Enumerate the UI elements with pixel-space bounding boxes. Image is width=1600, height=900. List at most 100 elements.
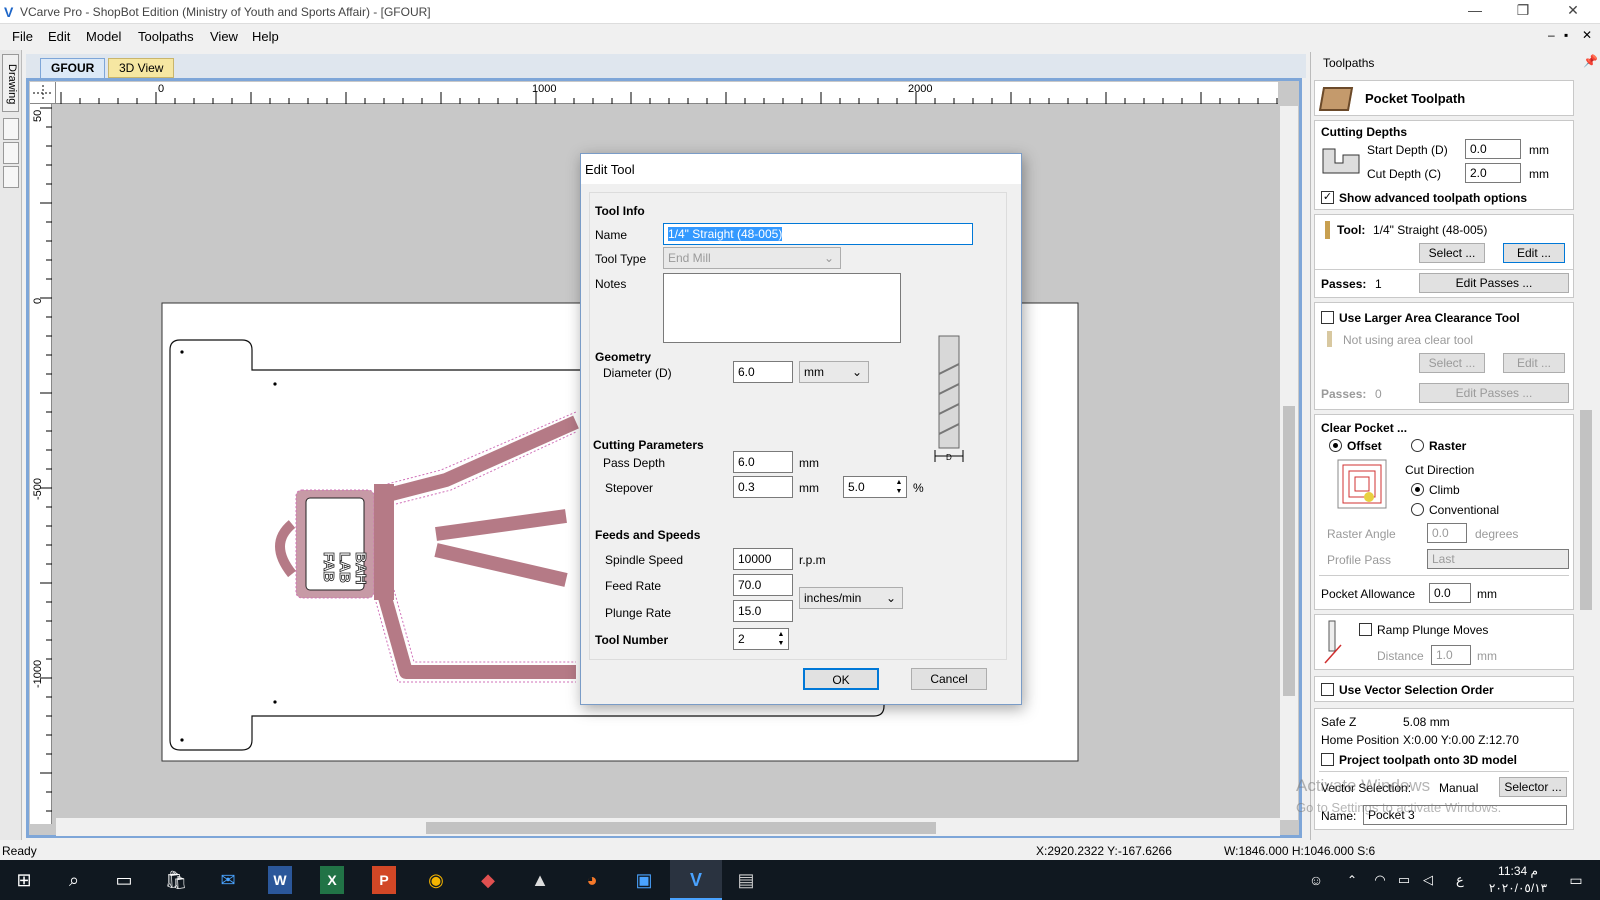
mdi-minimize-button[interactable]: – (1548, 28, 1555, 42)
edit-passes-button[interactable]: Edit Passes ... (1419, 273, 1569, 293)
blender-icon[interactable]: ◕ (572, 866, 612, 894)
chrome-icon[interactable]: ◉ (416, 866, 456, 894)
restore-button[interactable]: ❐ (1500, 2, 1546, 22)
tool-number-spinner[interactable]: ▲ ▼ (775, 630, 787, 648)
excel-icon[interactable]: X (320, 866, 344, 894)
status-text: Ready (2, 844, 37, 858)
clearance-edit-passes-button[interactable]: Edit Passes ... (1419, 383, 1569, 403)
start-depth-input[interactable]: 0.0 (1465, 139, 1521, 159)
home-position-label: Home Position (1321, 733, 1400, 747)
cut-depth-input[interactable]: 2.0 (1465, 163, 1521, 183)
diameter-input[interactable]: 6.0 (733, 361, 793, 383)
raster-angle-input[interactable]: 0.0 (1427, 523, 1467, 543)
tool-name-input[interactable]: 1/4" Straight (48-005) (663, 223, 973, 245)
clear-pocket-section: Clear Pocket ... Offset Raster Cut Direc… (1314, 414, 1574, 610)
tool-info-heading: Tool Info (595, 204, 645, 218)
mail-icon[interactable]: ✉ (208, 866, 248, 894)
powerpoint-icon[interactable]: P (372, 866, 396, 894)
app-frame-icon[interactable]: ▣ (624, 866, 664, 894)
vector-selection-value: Manual (1439, 781, 1479, 795)
cutting-depths-section: Cutting Depths Start Depth (D) 0.0 mm Cu… (1314, 120, 1574, 210)
conventional-radio[interactable] (1411, 503, 1424, 516)
tool-number-label: Tool Number (595, 633, 669, 647)
menu-toolpaths[interactable]: Toolpaths (138, 29, 194, 44)
language-indicator[interactable]: ع (1456, 872, 1464, 888)
side-tab-3[interactable] (3, 142, 19, 164)
clearance-select-button[interactable]: Select ... (1419, 353, 1485, 373)
advanced-options-checkbox[interactable]: ✓ (1321, 191, 1334, 204)
vertical-scrollbar[interactable] (1280, 106, 1298, 820)
stepover-input[interactable]: 0.3 (733, 476, 793, 498)
ok-button[interactable]: OK (803, 668, 879, 690)
status-bar: Ready X:2920.2322 Y:-167.6266 W:1846.000… (0, 840, 1600, 860)
panel-scroll-thumb[interactable] (1580, 410, 1592, 610)
ramp-icon (1324, 620, 1342, 664)
windows-start-icon[interactable]: ⊞ (4, 866, 44, 894)
drawing-side-tab[interactable]: Drawing (2, 54, 19, 112)
minimize-button[interactable]: — (1452, 2, 1498, 22)
tool-type-select[interactable]: End Mill ⌄ (663, 247, 841, 269)
selector-button[interactable]: Selector ... (1499, 777, 1567, 797)
app-hat-icon[interactable]: ▲ (520, 866, 560, 894)
spindle-speed-input[interactable]: 10000 (733, 548, 793, 570)
diameter-unit-select[interactable]: mm ⌄ (799, 361, 869, 383)
menu-model[interactable]: Model (86, 29, 121, 44)
plunge-rate-input[interactable]: 15.0 (733, 600, 793, 622)
menu-file[interactable]: File (12, 29, 33, 44)
menu-edit[interactable]: Edit (48, 29, 70, 44)
stepover-spinner[interactable]: ▲ ▼ (893, 478, 905, 496)
project-3d-checkbox[interactable] (1321, 753, 1334, 766)
raster-radio[interactable] (1411, 439, 1424, 452)
notification-icon[interactable]: ▭ (1556, 866, 1596, 894)
close-button[interactable]: ✕ (1550, 2, 1596, 22)
tab-gfour[interactable]: GFOUR (40, 58, 106, 78)
horizontal-scroll-thumb[interactable] (426, 822, 936, 834)
clock-time[interactable]: 11:34 م (1488, 864, 1548, 878)
tab-3d-view[interactable]: 3D View (108, 58, 175, 78)
pass-depth-input[interactable]: 6.0 (733, 451, 793, 473)
pocket-allowance-input[interactable]: 0.0 (1429, 583, 1471, 603)
offset-pattern-icon (1337, 459, 1387, 509)
task-view-icon[interactable]: ▭ (104, 866, 144, 894)
word-icon[interactable]: W (268, 866, 292, 894)
side-tab-2[interactable] (3, 118, 19, 140)
menu-help[interactable]: Help (252, 29, 279, 44)
vector-order-checkbox[interactable] (1321, 683, 1334, 696)
horizontal-scrollbar[interactable] (56, 818, 1280, 836)
rate-unit-select[interactable]: inches/min ⌄ (799, 587, 903, 609)
ramp-plunge-checkbox[interactable] (1359, 623, 1372, 636)
mdi-close-button[interactable]: ✕ (1582, 28, 1592, 42)
notes-textarea[interactable] (663, 273, 901, 343)
menu-view[interactable]: View (210, 29, 238, 44)
dialog-title: Edit Tool (585, 162, 635, 177)
tool-edit-button[interactable]: Edit ... (1503, 243, 1565, 263)
tool-select-button[interactable]: Select ... (1419, 243, 1485, 263)
feed-rate-input[interactable]: 70.0 (733, 574, 793, 596)
climb-label: Climb (1429, 483, 1460, 497)
mdi-restore-button[interactable]: ▪ (1564, 28, 1568, 42)
pocket-allowance-label: Pocket Allowance (1321, 587, 1416, 601)
profile-pass-select[interactable]: Last (1427, 549, 1569, 569)
side-tab-4[interactable] (3, 166, 19, 188)
vertical-scroll-thumb[interactable] (1283, 406, 1295, 696)
cutting-depths-label: Cutting Depths (1321, 125, 1407, 139)
passes-value: 1 (1375, 277, 1382, 291)
vcarve-taskbar-icon[interactable]: V (670, 860, 722, 900)
volume-icon[interactable]: ◁ (1408, 866, 1448, 894)
ramp-distance-input[interactable]: 1.0 (1431, 645, 1471, 665)
spindle-speed-label: Spindle Speed (605, 553, 684, 567)
app-cube-icon[interactable]: ◆ (468, 866, 508, 894)
cancel-button[interactable]: Cancel (911, 668, 987, 690)
clearance-tool-checkbox[interactable] (1321, 311, 1334, 324)
app-window-icon[interactable]: ▤ (726, 866, 766, 894)
clock-date[interactable]: ٢٠٢٠/٠٥/١٣ (1486, 881, 1550, 895)
search-icon[interactable]: ⌕ (54, 866, 94, 894)
offset-radio[interactable] (1329, 439, 1342, 452)
pin-icon[interactable]: 📌 (1583, 54, 1598, 68)
climb-radio[interactable] (1411, 483, 1424, 496)
people-icon[interactable]: ☺ (1296, 866, 1336, 894)
clearance-edit-button[interactable]: Edit ... (1503, 353, 1565, 373)
store-icon[interactable]: 🛍 (156, 866, 196, 894)
panel-scrollbar[interactable] (1578, 80, 1594, 836)
pocket-toolpath-title: Pocket Toolpath (1365, 91, 1466, 106)
